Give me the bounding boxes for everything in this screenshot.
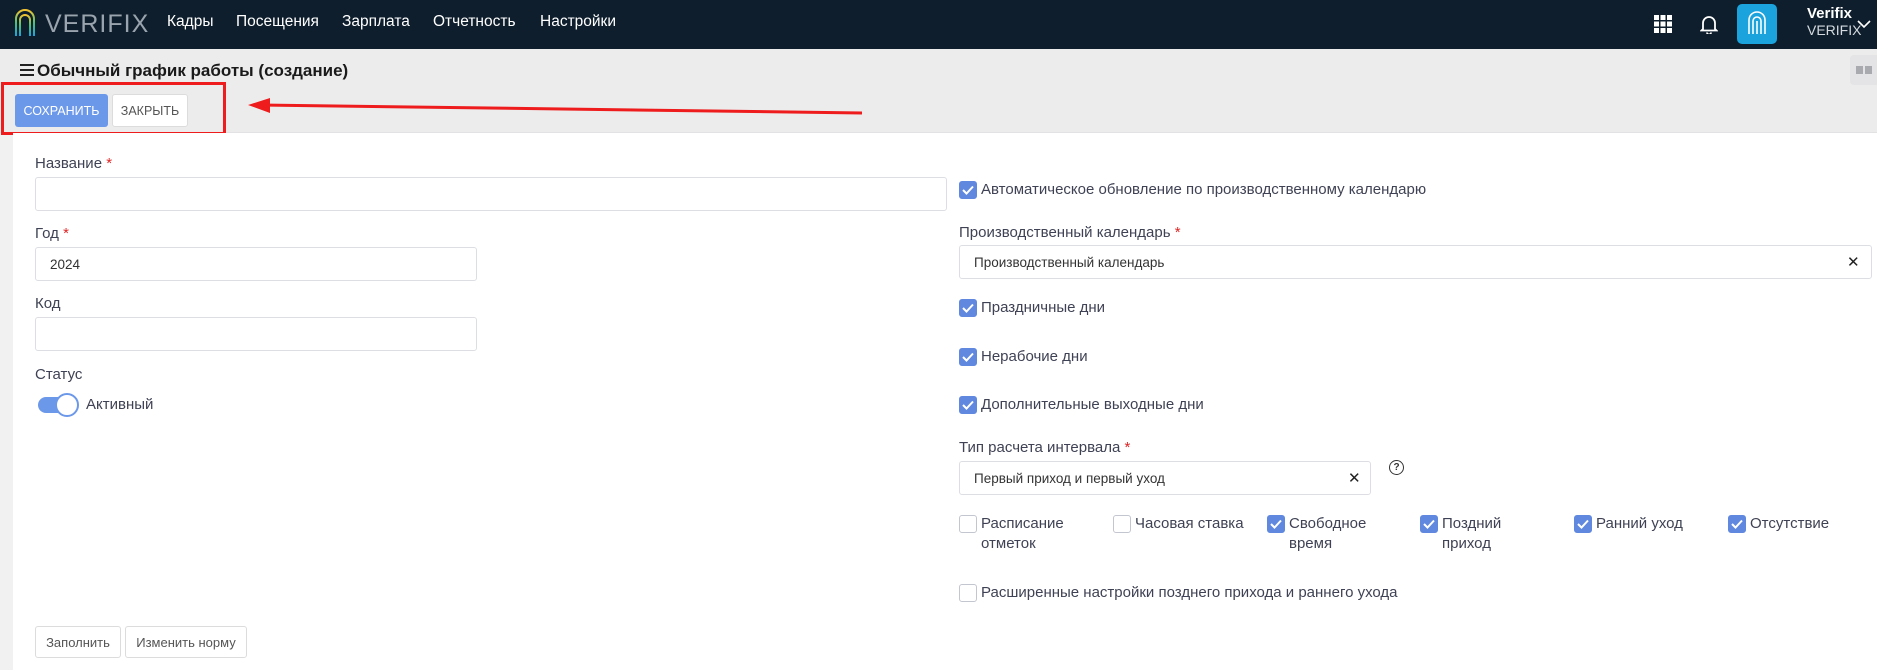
year-input[interactable]: 2024 [35,247,477,281]
interval-type-clear-icon[interactable]: ✕ [1348,469,1361,487]
extra-days-off-label: Дополнительные выходные дни [981,396,1204,413]
menu-burger-icon[interactable] [20,64,34,76]
fingerprint-icon [1748,11,1766,34]
fill-button[interactable]: Заполнить [35,626,121,658]
close-button[interactable]: ЗАКРЫТЬ [112,94,188,127]
annotation-arrow [248,98,863,115]
translate-icon [1855,66,1872,74]
option-late-arrival-checkbox[interactable] [1420,515,1438,533]
advanced-settings-checkbox[interactable] [959,584,977,602]
calendar-label: Производственный календарь * [959,224,1181,241]
help-icon[interactable]: ? [1389,460,1404,475]
change-norm-button[interactable]: Изменить норму [125,626,247,658]
option-early-leave-checkbox[interactable] [1574,515,1592,533]
option-free-time-label: Свободное время [1289,515,1367,552]
option-schedule-marks-label: Расписание отметок [981,515,1064,552]
user-org: VERIFIX [1807,22,1862,38]
calendar-clear-icon[interactable]: ✕ [1847,253,1860,271]
grid-apps-icon[interactable] [1650,11,1676,37]
status-toggle-label: Активный [86,396,154,413]
option-schedule-marks-checkbox[interactable] [959,515,977,533]
option-absence-label: Отсутствие [1750,515,1830,532]
option-absence-checkbox[interactable] [1728,515,1746,533]
option-early-leave-label: Ранний уход [1596,515,1683,532]
interval-type-label: Тип расчета интервала * [959,439,1131,456]
nav-item-settings[interactable]: Настройки [540,13,616,31]
side-panel-tab[interactable] [1850,55,1877,85]
holidays-checkbox[interactable] [959,299,977,317]
auto-update-label: Автоматическое обновление по производств… [981,181,1427,198]
interval-type-select-value: Первый приход и первый уход [974,470,1165,486]
code-label: Код [35,295,61,312]
extra-days-off-checkbox[interactable] [959,396,977,414]
option-hourly-rate-label: Часовая ставка [1135,515,1244,532]
top-navbar: VERIFIX Кадры Посещения Зарплата Отчетно… [0,0,1877,49]
logo[interactable]: VERIFIX [12,4,149,44]
option-free-time-checkbox[interactable] [1267,515,1285,533]
fingerprint-logo-icon [15,9,35,36]
chevron-down-icon[interactable] [1857,20,1871,29]
avatar[interactable] [1737,4,1777,44]
interval-type-select[interactable]: Первый приход и первый уход [959,461,1371,495]
logo-text: VERIFIX [45,9,150,38]
name-label: Название * [35,155,113,172]
user-name: Verifix [1807,5,1853,22]
option-hourly-rate-checkbox[interactable] [1113,515,1131,533]
save-button[interactable]: СОХРАНИТЬ [15,94,108,127]
name-input[interactable] [35,177,947,211]
code-input[interactable] [35,317,477,351]
advanced-settings-label: Расширенные настройки позднего прихода и… [981,584,1398,601]
nav-item-salary[interactable]: Зарплата [342,13,410,31]
option-late-arrival-label: Поздний приход [1442,515,1502,552]
calendar-select-value: Производственный календарь [974,254,1165,270]
page-title: Обычный график работы (создание) [37,61,349,80]
form-panel [13,133,1877,670]
nav-item-reports[interactable]: Отчетность [433,13,516,31]
nonworking-label: Нерабочие дни [981,348,1088,365]
nonworking-checkbox[interactable] [959,348,977,366]
status-toggle[interactable] [38,393,79,417]
calendar-select[interactable]: Производственный календарь [959,245,1872,279]
auto-update-checkbox[interactable] [959,181,977,199]
status-label: Статус [35,366,83,383]
nav-item-kadry[interactable]: Кадры [167,13,213,31]
holidays-label: Праздничные дни [981,299,1106,316]
nav-item-attendance[interactable]: Посещения [236,13,319,31]
year-label: Год * [35,225,69,242]
bell-icon[interactable] [1696,11,1722,37]
